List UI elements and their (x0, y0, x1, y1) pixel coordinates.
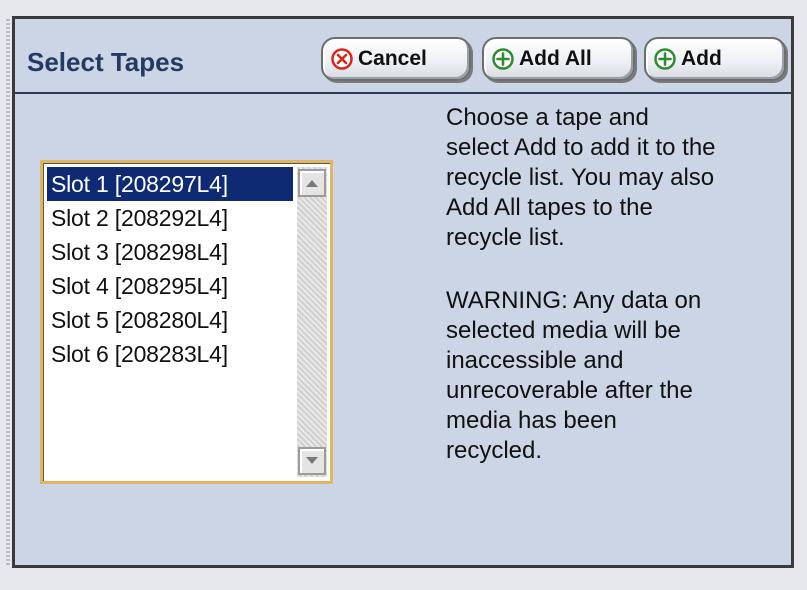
window-frame: Select Tapes Cancel Add All Add Slot 1 [… (0, 0, 807, 590)
add-circle-icon (654, 48, 676, 70)
instructions-text: Choose a tape and select Add to add it to… (446, 103, 791, 253)
tape-list-item[interactable]: Slot 4 [208295L4] (47, 269, 293, 303)
cancel-button-label: Cancel (358, 47, 427, 70)
help-line: unrecoverable after the (446, 377, 693, 404)
scroll-down-arrow-icon (306, 457, 318, 464)
add-all-button-label: Add All (519, 47, 592, 70)
scroll-up-arrow-icon (306, 180, 318, 187)
help-line: recycle list. (446, 224, 565, 251)
add-button-label: Add (681, 47, 722, 70)
tape-list-item[interactable]: Slot 2 [208292L4] (47, 201, 293, 235)
help-line: recycled. (446, 437, 543, 464)
listbox-scrollbar[interactable] (297, 167, 327, 477)
tape-list-item[interactable]: Slot 1 [208297L4] (47, 167, 293, 201)
add-all-button[interactable]: Add All (482, 37, 635, 81)
help-line: Add All tapes to the (446, 194, 653, 221)
tape-list-item[interactable]: Slot 5 [208280L4] (47, 303, 293, 337)
cancel-button[interactable]: Cancel (321, 37, 471, 81)
add-circle-icon (492, 48, 514, 70)
cancel-circle-icon (331, 48, 353, 70)
dialog-title: Select Tapes (27, 47, 185, 77)
tape-listbox[interactable]: Slot 1 [208297L4] Slot 2 [208292L4] Slot 3… (40, 160, 333, 484)
help-text: Choose a tape and select Add to add it to… (446, 103, 791, 466)
help-line: selected media will be (446, 317, 681, 344)
help-line: inaccessible and (446, 347, 624, 374)
tape-list: Slot 1 [208297L4] Slot 2 [208292L4] Slot 3… (47, 167, 293, 371)
tape-list-item[interactable]: Slot 3 [208298L4] (47, 235, 293, 269)
add-button[interactable]: Add (644, 37, 786, 81)
scroll-up-button[interactable] (298, 169, 326, 197)
scroll-down-button[interactable] (298, 447, 326, 475)
help-line: select Add to add it to the (446, 134, 716, 161)
tape-list-item[interactable]: Slot 6 [208283L4] (47, 337, 293, 371)
help-line: recycle list. You may also (446, 164, 715, 191)
dialog-header: Select Tapes Cancel Add All Add (15, 19, 791, 94)
help-line: Choose a tape and (446, 104, 649, 131)
warning-text: WARNING: Any data on selected media will … (446, 286, 791, 466)
select-tapes-dialog: Select Tapes Cancel Add All Add Slot 1 [… (6, 16, 794, 568)
help-line: WARNING: Any data on (446, 287, 702, 314)
help-line: media has been (446, 407, 617, 434)
